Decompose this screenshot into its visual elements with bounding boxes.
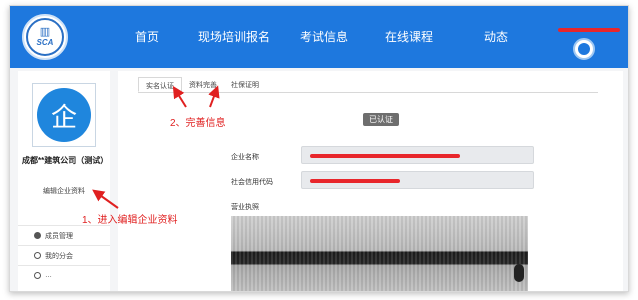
- sidebar-item-label: 我的分会: [45, 252, 73, 260]
- company-name: 成都**建筑公司（测试）: [22, 156, 109, 165]
- redaction-mark: [310, 154, 460, 158]
- redaction-mark: [558, 28, 620, 32]
- company-logo-char: 企: [37, 88, 91, 142]
- sidebar-item-my-branch[interactable]: 我的分会: [18, 245, 110, 265]
- license-texture: [231, 216, 528, 291]
- nav-item-exam-info[interactable]: 考试信息: [300, 28, 348, 45]
- credit-code-field[interactable]: [301, 171, 534, 189]
- business-license-label: 营业执照: [231, 204, 259, 211]
- sidebar-menu: 成员管理 我的分会 …: [18, 225, 110, 285]
- top-navbar: ▥ SCA 首页 现场培训报名 考试信息 在线课程 动态: [10, 6, 628, 68]
- sca-logo-emblem: ▥ SCA: [26, 18, 64, 56]
- license-seal: [514, 264, 524, 282]
- business-license-image: [231, 216, 528, 291]
- sidebar-item-members[interactable]: 成员管理: [18, 225, 110, 245]
- annotation-step2: 2、完善信息: [170, 118, 226, 129]
- status-badge: 已认证: [363, 113, 399, 126]
- company-name-label: 企业名称: [231, 154, 259, 161]
- branch-icon: [34, 252, 41, 259]
- nav-item-online-courses[interactable]: 在线课程: [385, 28, 433, 45]
- sidebar-item-label: 成员管理: [45, 232, 73, 240]
- tab-bar: 实名认证 资料完善 社保证明: [138, 77, 598, 93]
- tab-complete-info[interactable]: 资料完善: [182, 77, 224, 92]
- redaction-mark: [310, 179, 400, 183]
- sidebar-item-more[interactable]: …: [18, 265, 110, 285]
- user-avatar[interactable]: [573, 38, 595, 60]
- more-icon: [34, 272, 41, 279]
- tab-real-name-auth[interactable]: 实名认证: [138, 77, 182, 92]
- sca-logo[interactable]: ▥ SCA: [22, 14, 68, 60]
- nav-item-onsite-training[interactable]: 现场培训报名: [198, 28, 270, 45]
- sidebar: 企 成都**建筑公司（测试） 编辑企业资料 成员管理 我的分会 …: [18, 71, 110, 291]
- sidebar-item-label: …: [45, 272, 52, 279]
- avatar-icon: [578, 43, 590, 55]
- logo-text: SCA: [36, 38, 54, 47]
- tab-social-security[interactable]: 社保证明: [224, 77, 266, 92]
- building-icon: ▥: [39, 26, 51, 38]
- credit-code-label: 社会信用代码: [231, 179, 273, 186]
- company-name-field[interactable]: [301, 146, 534, 164]
- app-window: ▥ SCA 首页 现场培训报名 考试信息 在线课程 动态 企 成都**建筑公司（…: [9, 5, 629, 292]
- members-icon: [34, 232, 41, 239]
- edit-company-link[interactable]: 编辑企业资料: [22, 186, 106, 196]
- main-panel: 实名认证 资料完善 社保证明 已认证 企业名称 社会信用代码 营业执照: [118, 71, 623, 291]
- nav-item-home[interactable]: 首页: [135, 28, 159, 45]
- company-logo: 企: [32, 83, 96, 147]
- annotation-step1: 1、进入编辑企业资料: [82, 215, 178, 226]
- nav-item-news[interactable]: 动态: [484, 28, 508, 45]
